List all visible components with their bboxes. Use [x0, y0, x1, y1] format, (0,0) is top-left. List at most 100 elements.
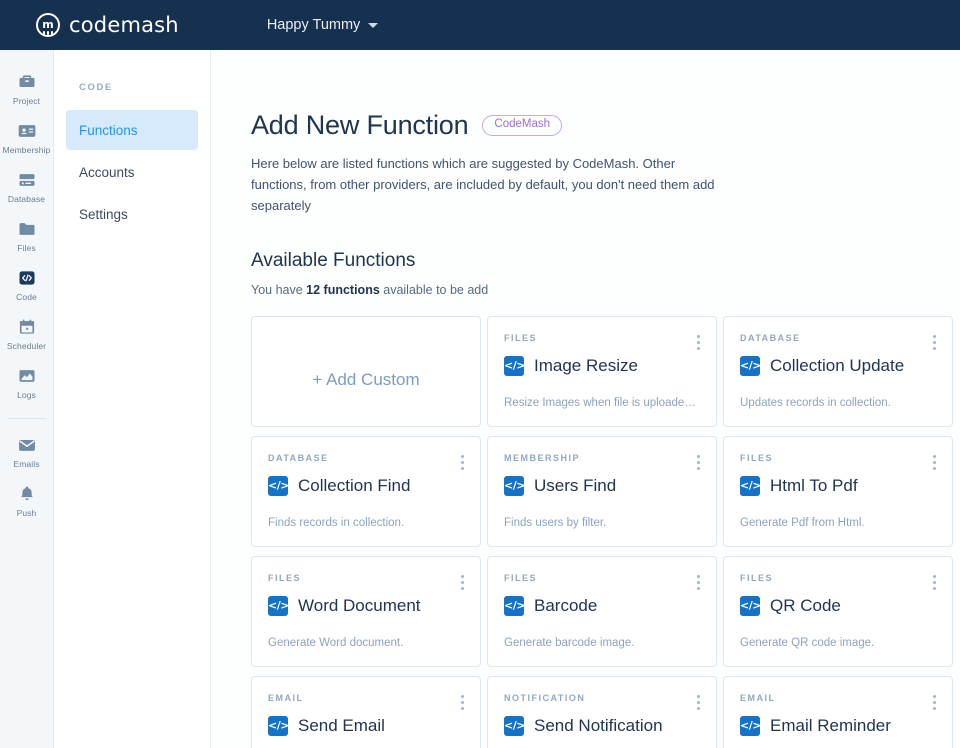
- rail-label-emails: Emails: [13, 459, 40, 469]
- codemash-logo-icon: m: [36, 13, 60, 37]
- availability-suffix: available to be add: [379, 283, 489, 298]
- card-category: DATABASE: [740, 333, 801, 344]
- sidebar-item-settings[interactable]: Settings: [66, 194, 198, 234]
- rail-item-membership[interactable]: Membership: [0, 113, 54, 162]
- availability-text: You have 12 functions available to be ad…: [251, 283, 950, 297]
- calendar-icon: [19, 319, 34, 334]
- rail-item-push[interactable]: Push: [0, 476, 54, 525]
- card-title: Collection Find: [298, 476, 411, 496]
- function-card[interactable]: MEMBERSHIP </> Users Find Finds users by…: [487, 436, 717, 548]
- kebab-menu-icon[interactable]: [459, 693, 466, 712]
- secondary-nav: CODE Functions Accounts Settings: [54, 50, 211, 748]
- kebab-menu-icon[interactable]: [695, 453, 702, 472]
- card-title: Send Email: [298, 716, 385, 736]
- rail-label-logs: Logs: [17, 390, 36, 400]
- card-category: FILES: [504, 333, 538, 344]
- card-category: FILES: [740, 573, 774, 584]
- function-card[interactable]: DATABASE </> Collection Update Updates r…: [723, 316, 953, 428]
- code-icon: [19, 271, 34, 285]
- card-description: Finds users by filter.: [504, 517, 607, 530]
- card-head: </> Word Document: [268, 596, 464, 617]
- card-head: </> Collection Update: [740, 356, 936, 377]
- kebab-menu-icon[interactable]: [459, 453, 466, 472]
- project-switcher[interactable]: Happy Tummy: [266, 17, 379, 33]
- card-category: FILES: [268, 573, 302, 584]
- card-description: Updates records in collection.: [740, 397, 891, 410]
- card-description: Resize Images when file is uploaded to..…: [504, 397, 702, 410]
- code-icon: </>: [740, 716, 761, 737]
- sidebar-item-accounts[interactable]: Accounts: [66, 152, 198, 192]
- rail-label-membership: Membership: [2, 145, 51, 155]
- top-bar: m codemash Happy Tummy: [0, 0, 960, 50]
- kebab-menu-icon[interactable]: [931, 333, 938, 352]
- function-card[interactable]: NOTIFICATION </> Send Notification Sends…: [487, 676, 717, 748]
- card-head: </> Send Email: [268, 716, 464, 737]
- card-title: Barcode: [534, 596, 598, 616]
- function-card[interactable]: FILES </> Word Document Generate Word do…: [251, 556, 481, 668]
- logo-drips: [38, 31, 58, 35]
- function-card[interactable]: EMAIL </> Send Email Sends an email to u…: [251, 676, 481, 748]
- function-card[interactable]: DATABASE </> Collection Find Finds recor…: [251, 436, 481, 548]
- rail-item-logs[interactable]: Logs: [0, 358, 54, 407]
- card-category: MEMBERSHIP: [504, 453, 581, 464]
- code-icon: </>: [268, 476, 289, 497]
- rail-item-database[interactable]: Database: [0, 162, 54, 211]
- page-description: Here below are listed functions which ar…: [251, 156, 715, 214]
- kebab-menu-icon[interactable]: [931, 453, 938, 472]
- card-title: Email Reminder: [770, 716, 891, 736]
- kebab-menu-icon[interactable]: [459, 573, 466, 592]
- sidebar-item-label-settings: Settings: [79, 206, 128, 222]
- chevron-down-icon: [368, 22, 379, 28]
- rail-label-files: Files: [17, 243, 36, 253]
- function-card[interactable]: FILES </> Image Resize Resize Images whe…: [487, 316, 717, 428]
- main-content: Add New Function CodeMash Here below are…: [211, 50, 960, 748]
- code-icon: </>: [268, 716, 289, 737]
- kebab-menu-icon[interactable]: [695, 333, 702, 352]
- card-head: </> Collection Find: [268, 476, 464, 497]
- card-description: Generate QR code image.: [740, 637, 875, 650]
- rail-item-code[interactable]: Code: [0, 260, 54, 309]
- function-card[interactable]: FILES </> Barcode Generate barcode image…: [487, 556, 717, 668]
- rail-label-push: Push: [16, 508, 37, 518]
- card-head: </> Html To Pdf: [740, 476, 936, 497]
- kebab-menu-icon[interactable]: [931, 693, 938, 712]
- function-card[interactable]: FILES </> QR Code Generate QR code image…: [723, 556, 953, 668]
- sidebar-item-functions[interactable]: Functions: [66, 110, 198, 150]
- briefcase-icon: [19, 75, 34, 87]
- brand-logo[interactable]: m codemash: [36, 13, 179, 37]
- body-row: Project Membership Database Files Code S…: [0, 50, 960, 748]
- section-title: Available Functions: [251, 250, 416, 272]
- card-title: QR Code: [770, 596, 841, 616]
- envelope-icon: [18, 440, 35, 451]
- card-title: Users Find: [534, 476, 617, 496]
- rail-item-files[interactable]: Files: [0, 211, 54, 260]
- card-description: Finds records in collection.: [268, 517, 405, 530]
- code-icon: </>: [504, 596, 525, 617]
- function-card[interactable]: FILES </> Html To Pdf Generate Pdf from …: [723, 436, 953, 548]
- card-description: Generate barcode image.: [504, 637, 635, 650]
- card-title: Send Notification: [534, 716, 663, 736]
- card-head: </> QR Code: [740, 596, 936, 617]
- rail-label-code: Code: [16, 292, 37, 302]
- kebab-menu-icon[interactable]: [931, 573, 938, 592]
- kebab-menu-icon[interactable]: [695, 693, 702, 712]
- code-icon: </>: [504, 356, 525, 377]
- rail-item-emails[interactable]: Emails: [0, 427, 54, 476]
- card-category: FILES: [504, 573, 538, 584]
- code-icon: </>: [740, 476, 761, 497]
- rail-item-scheduler[interactable]: Scheduler: [0, 309, 54, 358]
- card-category: NOTIFICATION: [504, 693, 586, 704]
- sidebar-item-label-functions: Functions: [79, 122, 138, 138]
- rail-item-project[interactable]: Project: [0, 64, 54, 113]
- card-head: </> Users Find: [504, 476, 700, 497]
- card-head: </> Email Reminder: [740, 716, 936, 737]
- project-name: Happy Tummy: [266, 17, 361, 33]
- function-card[interactable]: EMAIL </> Email Reminder Sends an email …: [723, 676, 953, 748]
- kebab-menu-icon[interactable]: [695, 573, 702, 592]
- card-head: </> Send Notification: [504, 716, 700, 737]
- folder-icon: [19, 223, 34, 235]
- add-custom-label: + Add Custom: [312, 369, 420, 389]
- add-custom-card[interactable]: + Add Custom: [251, 316, 481, 428]
- card-category: EMAIL: [268, 693, 304, 704]
- rail-divider: [7, 418, 46, 419]
